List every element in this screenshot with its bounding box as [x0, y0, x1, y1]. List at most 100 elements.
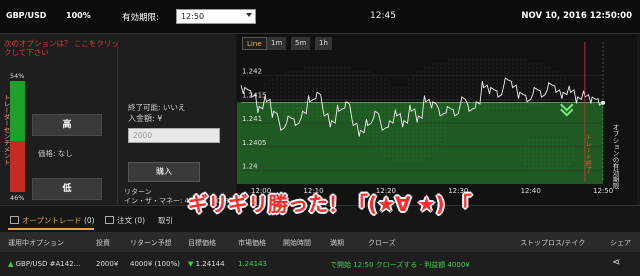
map-dot [300, 107, 302, 109]
map-dot [316, 67, 318, 69]
map-dot [356, 71, 358, 73]
map-dot [528, 163, 530, 165]
map-dot [368, 95, 370, 97]
map-dot [364, 107, 366, 109]
map-dot [476, 107, 478, 109]
map-dot [432, 79, 434, 81]
map-dot [420, 155, 422, 157]
map-dot [524, 83, 526, 85]
map-dot [472, 79, 474, 81]
map-dot [304, 79, 306, 81]
map-dot [280, 83, 282, 85]
map-dot [368, 111, 370, 113]
map-dot [536, 155, 538, 157]
map-dot [484, 63, 486, 65]
map-dot [372, 95, 374, 97]
map-dot [544, 167, 546, 169]
map-dot [324, 71, 326, 73]
map-dot [432, 107, 434, 109]
map-dot [276, 91, 278, 93]
map-dot [404, 139, 406, 141]
map-dot [380, 91, 382, 93]
map-dot [296, 115, 298, 117]
map-dot [404, 103, 406, 105]
map-dot [344, 71, 346, 73]
map-dot [348, 87, 350, 89]
map-dot [296, 107, 298, 109]
map-dot [272, 79, 274, 81]
map-dot [388, 87, 390, 89]
map-dot [532, 87, 534, 89]
map-dot [388, 139, 390, 141]
asset-pair[interactable]: GBP/USD [6, 11, 46, 20]
map-dot [496, 83, 498, 85]
price-chart[interactable]: 1.242 1.2415 1.241 1.2405 1.24 12:00 12:10 12:2… [237, 34, 637, 206]
map-dot [444, 135, 446, 137]
map-dot [548, 147, 550, 149]
map-dot [528, 155, 530, 157]
amount-input[interactable]: 2000 [128, 128, 220, 143]
map-dot [420, 123, 422, 125]
low-button[interactable]: 低 [32, 178, 102, 200]
map-dot [544, 155, 546, 157]
map-dot [276, 111, 278, 113]
map-dot [288, 79, 290, 81]
map-dot [428, 123, 430, 125]
share-icon[interactable]: ⋖ [612, 257, 620, 268]
map-dot [404, 147, 406, 149]
map-dot [384, 83, 386, 85]
buy-button[interactable]: 購入 [128, 162, 200, 182]
map-dot [544, 151, 546, 153]
high-button[interactable]: 高 [32, 114, 102, 136]
map-dot [464, 95, 466, 97]
map-dot [404, 151, 406, 153]
tab-orders[interactable]: 注文 (0) [105, 215, 145, 226]
next-option-link[interactable]: 次のオプションは？ ここをクリックして下さい [4, 39, 124, 57]
map-dot [512, 95, 514, 97]
map-dot [380, 151, 382, 153]
map-dot [516, 63, 518, 65]
map-dot [436, 119, 438, 121]
map-dot [444, 83, 446, 85]
timeframe-1h-button[interactable]: 1h [315, 37, 332, 50]
map-dot [428, 87, 430, 89]
map-dot [564, 139, 566, 141]
map-dot [440, 139, 442, 141]
timeframe-line-button[interactable]: Line [242, 37, 267, 50]
map-dot [360, 111, 362, 113]
map-dot [316, 83, 318, 85]
tab-open-trades[interactable]: オープントレード (0) [10, 215, 95, 226]
expiry-select[interactable]: 12:50 [176, 9, 256, 24]
map-dot [276, 79, 278, 81]
map-dot [416, 115, 418, 117]
map-dot [568, 151, 570, 153]
map-dot [280, 103, 282, 105]
map-dot [300, 87, 302, 89]
list-icon [10, 216, 19, 224]
map-dot [444, 115, 446, 117]
map-dot [280, 87, 282, 89]
map-dot [532, 103, 534, 105]
map-dot [448, 87, 450, 89]
table-row[interactable]: ▲ GBP/USD #A142... 2000¥ 4000¥ (100%) ▼ … [0, 252, 640, 276]
map-dot [468, 79, 470, 81]
map-dot [392, 131, 394, 133]
timeframe-5m-button[interactable]: 5m [291, 37, 311, 50]
map-dot [412, 123, 414, 125]
map-dot [296, 71, 298, 73]
map-dot [312, 115, 314, 117]
map-dot [456, 107, 458, 109]
tab-trades[interactable]: 取引 [158, 215, 173, 226]
map-dot [320, 83, 322, 85]
map-dot [432, 111, 434, 113]
map-dot [460, 71, 462, 73]
column-header: 市場価格 [238, 239, 266, 247]
map-dot [312, 107, 314, 109]
map-dot [388, 151, 390, 153]
map-dot [328, 67, 330, 69]
map-dot [544, 83, 546, 85]
map-dot [540, 71, 542, 73]
map-dot [504, 63, 506, 65]
timeframe-1m-button[interactable]: 1m [267, 37, 287, 50]
map-dot [404, 95, 406, 97]
